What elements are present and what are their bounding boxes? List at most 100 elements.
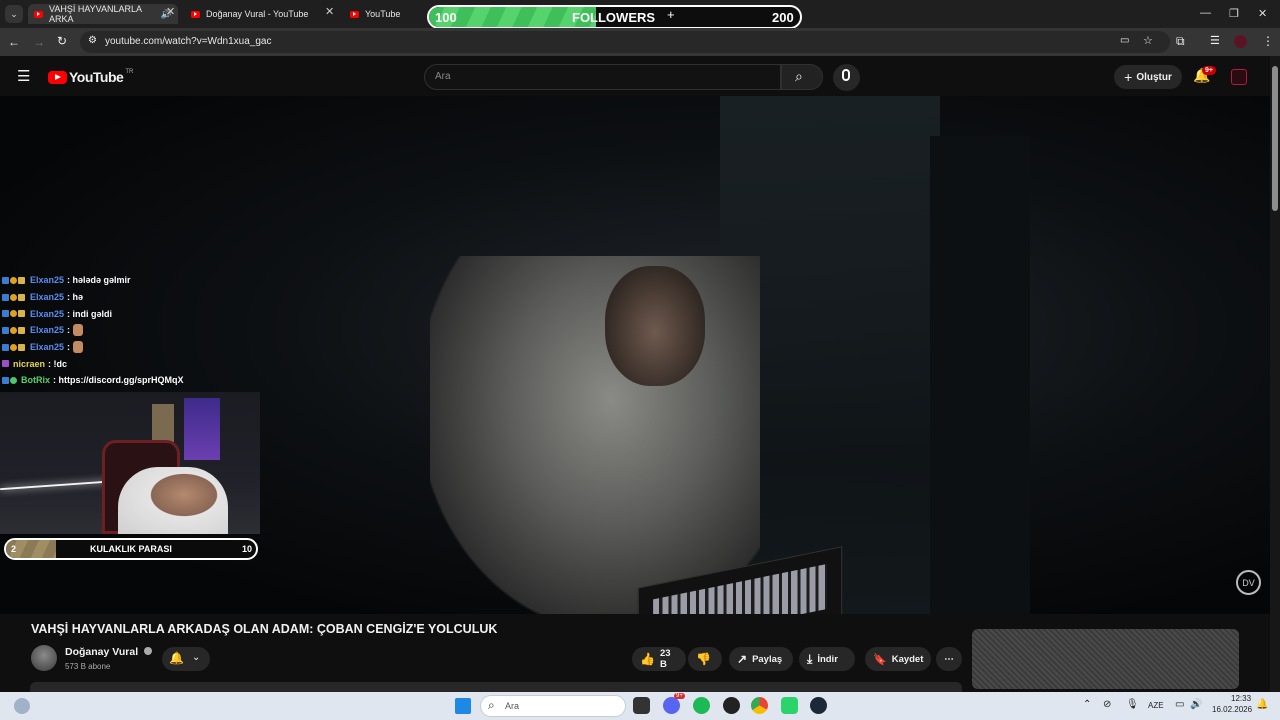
chevron-down-icon: ⌄ <box>192 652 201 663</box>
chat-message: nicraen : !dc <box>2 355 302 372</box>
clock-date[interactable]: 16.02.2026 <box>1212 705 1252 714</box>
search-button[interactable]: ⌕ <box>781 64 823 90</box>
tab-youtube[interactable]: YouTube <box>344 4 424 24</box>
taskbar-search-placeholder: Ara <box>505 701 520 711</box>
file-explorer-icon[interactable] <box>633 697 650 714</box>
chat-username: Elxan25 <box>30 308 65 319</box>
tray-chevron-icon[interactable]: ⌃ <box>1083 699 1091 710</box>
search-icon: ⌕ <box>795 68 803 84</box>
cast-icon[interactable]: ▭ <box>1120 35 1129 46</box>
thumbs-down-icon: 👎 <box>696 652 711 666</box>
channel-name[interactable]: Doğanay Vural <box>65 646 153 658</box>
chat-username: nicraen <box>13 358 46 369</box>
tab-channel[interactable]: Doğanay Vural - YouTube <box>185 4 335 24</box>
discord-badge: 9+ <box>674 693 685 699</box>
youtube-logo[interactable]: YouTube TR <box>48 69 133 85</box>
hamburger-menu-icon[interactable]: ☰ <box>17 67 30 85</box>
clock-time[interactable]: 12:33 <box>1231 694 1251 703</box>
webcam-overlay <box>0 392 260 534</box>
subscriber-goal-start: 2 <box>11 544 17 554</box>
sidebar-panel[interactable] <box>972 629 1239 689</box>
taskbar-search-input[interactable]: ⌕ Ara <box>480 695 626 717</box>
account-avatar[interactable] <box>1231 69 1247 85</box>
share-button[interactable]: ↗ Paylaş <box>729 647 793 671</box>
youtube-favicon-icon <box>191 10 200 18</box>
tab-search-icon[interactable]: ☰ <box>1210 34 1220 47</box>
tab-list-button[interactable]: ⌄ <box>5 5 23 23</box>
emote-icon <box>73 324 84 337</box>
channel-avatar[interactable] <box>31 645 57 671</box>
language-indicator[interactable]: AZE <box>1148 701 1164 710</box>
address-bar-row: ← → ↻ ⚙ youtube.com/watch?v=Wdn1xua_gac … <box>0 28 1280 56</box>
chat-text: : https://discord.gg/sprHQMqX <box>53 375 184 386</box>
back-icon[interactable]: ← <box>8 35 20 49</box>
bell-icon: 🔔 <box>169 651 184 665</box>
region-code: TR <box>125 69 134 75</box>
plus-icon: + <box>1124 69 1133 85</box>
chat-text: : indi gəldi <box>67 308 113 319</box>
tab-video[interactable]: VAHŞİ HAYVANLARLA ARKA 🔊 <box>28 4 178 24</box>
subscriber-count: 573 B abone <box>65 662 111 671</box>
page-scrollbar[interactable] <box>1270 56 1280 692</box>
followers-goal-end: 200 <box>772 10 794 25</box>
channel-name-text: Doğanay Vural <box>65 646 139 658</box>
like-count: 23 B <box>659 648 671 670</box>
chat-username: Elxan25 <box>30 275 65 286</box>
reload-icon[interactable]: ↻ <box>57 34 67 48</box>
save-button[interactable]: 🔖 Kaydet <box>865 647 931 671</box>
chat-message: Elxan25 : <box>2 339 302 356</box>
plus-icon: + <box>667 7 675 22</box>
dislike-button[interactable]: 👎 <box>688 647 722 671</box>
followers-goal-start: 100 <box>435 10 457 25</box>
app-icon[interactable] <box>723 697 740 714</box>
create-button[interactable]: + Oluştur <box>1114 65 1182 89</box>
menu-kebab-icon[interactable]: ⋮ <box>1262 34 1274 48</box>
chat-text: : <box>67 342 71 353</box>
discord-icon[interactable] <box>663 697 680 714</box>
tab-label: YouTube <box>365 9 401 19</box>
taskbar: ⌕ Ara 9+ ⌃ ⊘ 🎙 AZE ▭ 🔊 12:33 16.02.2026 … <box>0 692 1280 720</box>
close-window-icon[interactable]: ✕ <box>1258 7 1267 20</box>
bookmark-star-icon[interactable]: ☆ <box>1143 34 1153 47</box>
network-icon[interactable]: ⊘ <box>1103 699 1111 710</box>
wall-poster <box>152 404 174 442</box>
video-subject <box>430 256 760 614</box>
more-actions-button[interactable]: ⋯ <box>936 647 962 671</box>
volume-icon[interactable]: 🔊 <box>1190 699 1202 710</box>
close-tab-icon[interactable]: ✕ <box>166 5 175 18</box>
spotify-icon[interactable] <box>693 697 710 714</box>
like-button[interactable]: 👍 23 B <box>632 647 686 671</box>
voice-search-button[interactable] <box>833 64 860 91</box>
chat-text: : hə <box>67 292 84 303</box>
chat-username: Elxan25 <box>30 325 65 336</box>
start-icon[interactable] <box>455 698 471 714</box>
video-subject-head <box>605 266 705 386</box>
subscription-bell-button[interactable]: 🔔 ⌄ <box>162 647 210 671</box>
microphone-icon[interactable]: 🎙 <box>1126 699 1139 710</box>
url-field[interactable]: ⚙ youtube.com/watch?v=Wdn1xua_gac ▭ ☆ <box>80 31 1170 53</box>
close-tab-icon[interactable]: ✕ <box>325 5 334 18</box>
chrome-icon[interactable] <box>751 697 768 714</box>
maximize-icon[interactable]: ❐ <box>1229 7 1239 20</box>
youtube-header: ☰ YouTube TR Ara ⌕ + Oluştur 🔔 9+ <box>0 56 1270 96</box>
notification-center-icon[interactable]: 🔔 <box>1256 699 1268 710</box>
search-input[interactable]: Ara <box>424 64 781 90</box>
wall-poster <box>184 398 220 460</box>
subscriber-goal-bar: 2 KULAKLIK PARASI 10 <box>4 538 258 560</box>
scrollbar-thumb[interactable] <box>1272 66 1278 211</box>
download-label: İndir <box>817 653 838 665</box>
youtube-logo-icon <box>48 70 67 84</box>
site-info-icon[interactable]: ⚙ <box>88 35 97 46</box>
extensions-icon[interactable]: ⧉ <box>1176 34 1185 49</box>
widgets-icon[interactable] <box>14 698 30 714</box>
display-icon[interactable]: ▭ <box>1175 699 1184 710</box>
forward-icon[interactable]: → <box>33 35 45 49</box>
share-label: Paylaş <box>752 653 783 665</box>
steam-icon[interactable] <box>810 697 827 714</box>
description-box[interactable] <box>30 682 962 692</box>
download-button[interactable]: ⤓ İndir <box>799 647 855 671</box>
profile-icon[interactable] <box>1234 35 1247 48</box>
streaming-app-icon[interactable] <box>781 697 798 714</box>
channel-watermark[interactable]: DV <box>1236 570 1261 595</box>
minimize-icon[interactable]: — <box>1200 7 1211 19</box>
